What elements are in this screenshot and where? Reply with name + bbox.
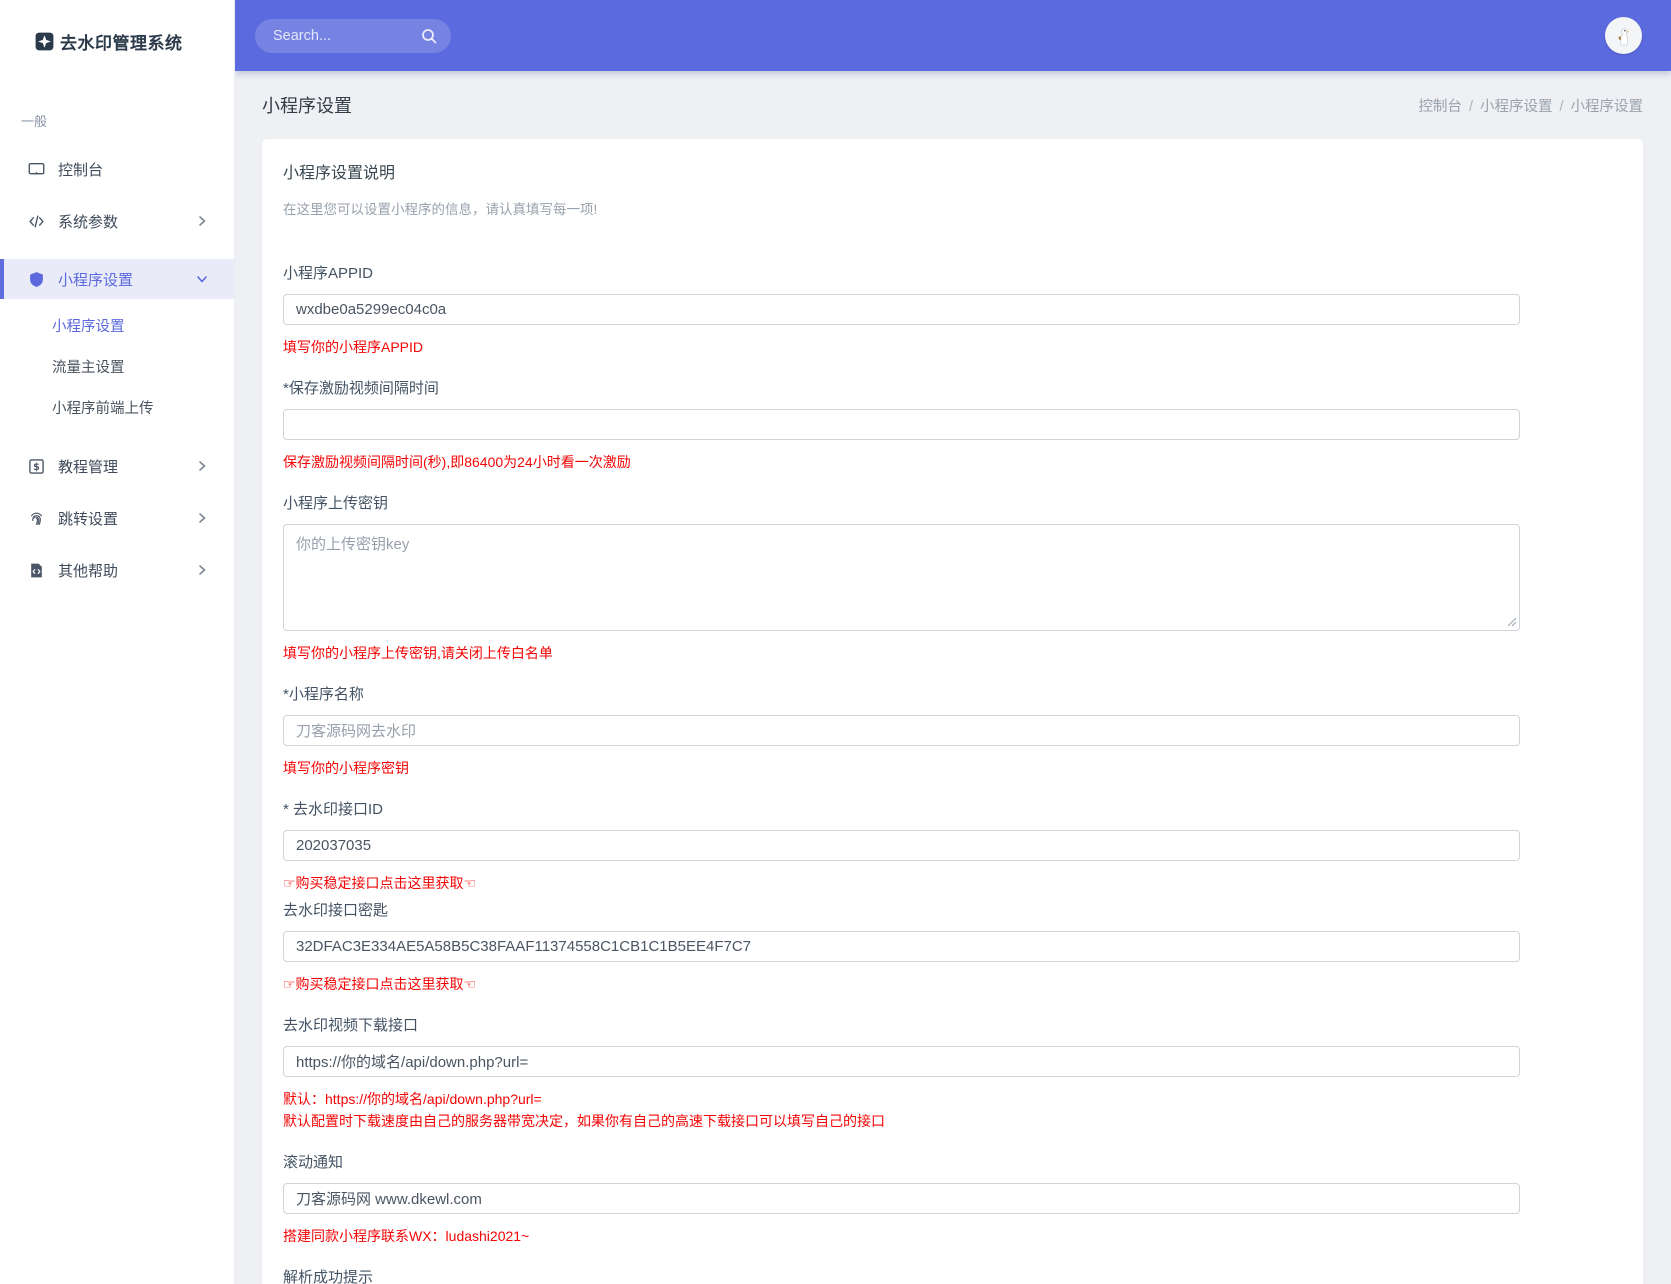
- field-appid: 小程序APPID 填写你的小程序APPID: [283, 262, 1622, 357]
- reward-interval-help: 保存激励视频间隔时间(秒),即86400为24小时看一次激励: [283, 454, 631, 470]
- field-mp-name: *小程序名称 填写你的小程序密钥: [283, 683, 1622, 778]
- main-content: 小程序设置 控制台 / 小程序设置 / 小程序设置 小程序设置说明 在这里您可以设置小程…: [235, 71, 1671, 1284]
- display-icon: [28, 162, 45, 174]
- app-title: 去水印管理系统: [60, 34, 183, 53]
- search-input[interactable]: [271, 26, 420, 45]
- field-success-tip: 解析成功提示: [283, 1266, 1622, 1284]
- api-id-label: * 去水印接口ID: [283, 801, 384, 818]
- download-api-input[interactable]: [283, 1046, 1520, 1077]
- reward-interval-input[interactable]: [283, 409, 1520, 440]
- sidebar-item-label: 小程序设置: [58, 271, 134, 289]
- breadcrumb-current: 小程序设置: [1570, 98, 1644, 115]
- reward-interval-label: *保存激励视频间隔时间: [283, 380, 439, 397]
- card-subheading: 在这里您可以设置小程序的信息，请认真填写每一项!: [283, 202, 598, 217]
- api-id-input[interactable]: [283, 830, 1520, 861]
- buy-api-link[interactable]: ☞购买稳定接口点击这里获取☜: [283, 974, 1622, 994]
- notice-help: 搭建同款小程序联系WX：ludashi2021~: [283, 1228, 530, 1244]
- card-heading: 小程序设置说明: [283, 165, 396, 182]
- mp-name-help: 填写你的小程序密钥: [283, 760, 409, 776]
- appid-label: 小程序APPID: [283, 265, 374, 282]
- sidebar-item-label: 其他帮助: [58, 562, 119, 580]
- field-upload-key: 小程序上传密钥 你的上传密钥key 填写你的小程序上传密钥,请关闭上传白名单: [283, 492, 1622, 663]
- download-api-help-2: 默认配置时下载速度由自己的服务器带宽决定，如果你有自己的高速下载接口可以填写自己…: [283, 1113, 885, 1129]
- page-title: 小程序设置: [262, 96, 352, 116]
- notice-input[interactable]: [283, 1183, 1520, 1214]
- sidebar-item-label: 控制台: [58, 161, 104, 179]
- sidebar-item-jump-settings[interactable]: 跳转设置: [0, 504, 234, 532]
- sidebar-item-other-help[interactable]: 其他帮助: [0, 556, 234, 584]
- fingerprint-icon: [31, 512, 42, 525]
- chevron-right-icon: [199, 513, 206, 523]
- chevron-right-icon: [199, 565, 206, 575]
- mp-name-label: *小程序名称: [283, 686, 364, 703]
- upload-key-help: 填写你的小程序上传密钥,请关闭上传白名单: [283, 645, 553, 661]
- breadcrumb-console[interactable]: 控制台: [1418, 99, 1462, 115]
- settings-card: 小程序设置说明 在这里您可以设置小程序的信息，请认真填写每一项! 小程序APPI…: [262, 139, 1643, 1284]
- success-tip-label: 解析成功提示: [283, 1269, 374, 1284]
- api-secret-input[interactable]: [283, 931, 1520, 962]
- sidebar-item-miniprogram-settings[interactable]: 小程序设置: [0, 259, 234, 299]
- search-box: [255, 18, 451, 53]
- download-api-help: 默认：https://你的域名/api/down.php?url=: [283, 1091, 542, 1107]
- duck-avatar-icon: [1618, 27, 1629, 45]
- mp-name-input[interactable]: [283, 715, 1520, 746]
- sidebar-item-label: 教程管理: [58, 458, 119, 476]
- sidebar-item-system-params[interactable]: 系统参数: [0, 207, 234, 235]
- chevron-right-icon: [199, 216, 206, 226]
- buy-api-link[interactable]: ☞购买稳定接口点击这里获取☜: [283, 873, 1622, 893]
- search-icon[interactable]: [420, 27, 438, 45]
- field-api-id: * 去水印接口ID ☞购买稳定接口点击这里获取☜: [283, 798, 1622, 893]
- breadcrumb: 控制台 / 小程序设置 / 小程序设置: [1418, 98, 1644, 115]
- sidebar-section-label: 一般: [21, 114, 48, 129]
- submenu-item-frontend-upload[interactable]: 小程序前端上传: [0, 397, 234, 418]
- api-secret-label: 去水印接口密匙: [283, 902, 389, 919]
- file-code-icon: [31, 563, 42, 577]
- sidebar-submenu: 小程序设置 流量主设置 小程序前端上传: [0, 315, 234, 418]
- breadcrumb-miniprogram-settings[interactable]: 小程序设置: [1480, 99, 1553, 115]
- submenu-item-traffic-settings[interactable]: 流量主设置: [0, 356, 234, 377]
- star-badge-icon: [35, 32, 54, 51]
- field-notice: 滚动通知 搭建同款小程序联系WX：ludashi2021~: [283, 1151, 1622, 1246]
- upload-key-textarea[interactable]: 你的上传密钥key: [283, 524, 1520, 631]
- sidebar: 去水印管理系统 一般 控制台 系统参数 小程序设置 小程序设置 流量主设置 小程…: [0, 0, 235, 1284]
- sidebar-item-console[interactable]: 控制台: [0, 155, 234, 183]
- appid-help: 填写你的小程序APPID: [283, 339, 424, 355]
- field-download-api: 去水印视频下载接口 默认：https://你的域名/api/down.php?u…: [283, 1014, 1622, 1131]
- shield-icon: [30, 271, 43, 287]
- app-logo[interactable]: 去水印管理系统: [0, 0, 234, 71]
- sidebar-item-tutorial[interactable]: $ 教程管理: [0, 452, 234, 480]
- field-reward-interval: *保存激励视频间隔时间 保存激励视频间隔时间(秒),即86400为24小时看一次…: [283, 377, 1622, 472]
- code-icon: [29, 214, 44, 228]
- appid-input[interactable]: [283, 294, 1520, 325]
- dollar-square-icon: $: [29, 458, 44, 474]
- svg-text:$: $: [33, 462, 40, 473]
- topbar: [235, 0, 1671, 71]
- notice-label: 滚动通知: [283, 1154, 344, 1171]
- upload-key-label: 小程序上传密钥: [283, 495, 389, 512]
- user-avatar[interactable]: [1605, 17, 1642, 54]
- submenu-item-miniprogram-settings[interactable]: 小程序设置: [0, 315, 234, 336]
- chevron-down-icon: [197, 276, 207, 283]
- field-api-secret: 去水印接口密匙 ☞购买稳定接口点击这里获取☜: [283, 899, 1622, 994]
- download-api-label: 去水印视频下载接口: [283, 1017, 419, 1034]
- sidebar-item-label: 系统参数: [58, 213, 119, 231]
- chevron-right-icon: [199, 461, 206, 471]
- sidebar-item-label: 跳转设置: [58, 510, 119, 528]
